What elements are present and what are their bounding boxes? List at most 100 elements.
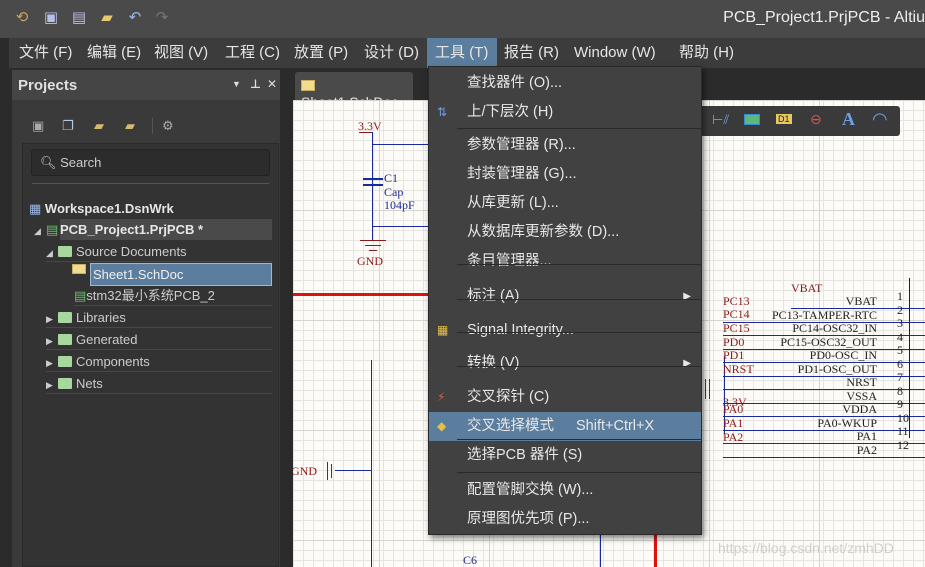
- pin-name: PA1: [856, 429, 877, 443]
- menu-item-label: 交叉探针 (C): [467, 389, 550, 405]
- tree-components[interactable]: ▶ Components: [46, 351, 272, 372]
- menu-edit[interactable]: 编辑 (E): [79, 38, 149, 68]
- net-nrst: NRST: [723, 362, 754, 376]
- menu-item-label: 上/下层次 (H): [467, 104, 554, 120]
- folder-icon: [58, 312, 72, 323]
- app-logo-icon[interactable]: ⟲: [13, 9, 31, 27]
- workspace-icon: ▦: [29, 201, 45, 216]
- pin-name: VBAT: [845, 294, 877, 308]
- menu-bar: 文件 (F) 编辑 (E) 视图 (V) 工程 (C) 放置 (P) 设计 (D…: [9, 38, 925, 68]
- menu-item-schematic-preferences[interactable]: 原理图优先项 (P)...: [429, 505, 701, 534]
- net-pc15: PC15: [723, 321, 750, 335]
- menu-item-label: 条目管理器...: [467, 253, 552, 269]
- menu-item-parameter-manager[interactable]: 参数管理器 (R)...: [429, 131, 701, 160]
- c6-ref: C6: [463, 553, 478, 567]
- pin-name: VDDA: [842, 402, 877, 416]
- hierarchy-icon: ⇅: [437, 105, 448, 119]
- pin-icon[interactable]: ⊥: [250, 77, 261, 91]
- gear-icon[interactable]: ⚙: [162, 118, 174, 134]
- toolbar-divider: [152, 118, 153, 134]
- menu-item-item-manager[interactable]: 条目管理器...: [429, 247, 701, 276]
- tree-libraries[interactable]: ▶ Libraries: [46, 307, 272, 328]
- menu-separator: [457, 264, 701, 265]
- menu-window[interactable]: Window (W): [566, 38, 664, 68]
- folder-icon: [58, 378, 72, 389]
- submenu-arrow-icon: ▶: [683, 291, 691, 302]
- net-vbat: VBAT: [791, 281, 823, 295]
- pin-number: 8: [897, 383, 903, 398]
- menu-reports[interactable]: 报告 (R): [496, 38, 567, 68]
- panel-menu-icon[interactable]: ▼: [232, 79, 241, 89]
- watermark: https://blog.csdn.net/zmhDD: [718, 540, 894, 556]
- menu-item-up-down-hierarchy[interactable]: ⇅ 上/下层次 (H): [429, 98, 701, 127]
- save-all-icon[interactable]: ▤: [70, 9, 88, 27]
- menu-item-cross-select-mode[interactable]: ◆ 交叉选择模式 Shift+Ctrl+X: [429, 412, 701, 441]
- menu-item-label: 配置管脚交换 (W)...: [467, 482, 594, 498]
- directive-icon[interactable]: ⊖: [810, 111, 822, 128]
- pin-name: NRST: [846, 375, 877, 389]
- menu-item-label: 交叉选择模式: [467, 418, 554, 434]
- search-input[interactable]: 🔍︎ Search: [31, 149, 270, 176]
- menu-project[interactable]: 工程 (C): [217, 38, 288, 68]
- menu-item-label: 封装管理器 (G)...: [467, 166, 577, 182]
- close-icon[interactable]: ✕: [267, 77, 277, 91]
- expand-arrow-icon[interactable]: ◢ ▤: [34, 219, 58, 240]
- save-icon[interactable]: ▣: [32, 118, 44, 134]
- cross-select-icon: ◆: [437, 419, 447, 433]
- pin-number: 2: [897, 302, 903, 317]
- net-pc13: PC13: [723, 294, 750, 308]
- pin-name: PC13-TAMPER-RTC: [772, 307, 877, 322]
- menu-item-convert[interactable]: 转换 (V) ▶: [429, 349, 701, 378]
- tree-pcb-doc[interactable]: ▤stm32最小系统PCB_2: [74, 285, 272, 306]
- menu-help[interactable]: 帮助 (H): [671, 38, 742, 68]
- menu-item-select-pcb-components[interactable]: 选择PCB 器件 (S): [429, 441, 701, 470]
- bus-entry-icon[interactable]: ⊢⫽: [712, 112, 729, 128]
- tree-source-documents[interactable]: ◢ Source Documents: [46, 241, 272, 262]
- open-icon[interactable]: ▰: [98, 9, 116, 27]
- save-icon[interactable]: ▣: [42, 9, 60, 27]
- menu-item-footprint-manager[interactable]: 封装管理器 (G)...: [429, 160, 701, 189]
- pin-wire: [723, 375, 925, 377]
- c1-value: 104pF: [384, 198, 415, 212]
- menu-place[interactable]: 放置 (P): [286, 38, 356, 68]
- pin-name: PC14-OSC32_IN: [792, 321, 877, 335]
- title-bar: ⟲ ▣ ▤ ▰ ↶ ↷ PCB_Project1.PrjPCB - Altiu: [0, 0, 925, 38]
- menu-design[interactable]: 设计 (D): [356, 38, 427, 68]
- text-icon[interactable]: A: [842, 109, 855, 130]
- port-icon[interactable]: D1: [776, 114, 792, 124]
- menu-item-cross-probe[interactable]: ⚡ 交叉探针 (C): [429, 383, 701, 412]
- folder-search-icon[interactable]: ▰: [94, 118, 104, 134]
- sheet-symbol-icon[interactable]: [744, 114, 760, 125]
- tree-generated[interactable]: ▶ Generated: [46, 329, 272, 350]
- gnd-label: GND: [357, 254, 383, 268]
- menu-item-label: 查找器件 (O)...: [467, 75, 563, 91]
- pin-name: PC15-OSC32_OUT: [780, 334, 877, 349]
- menu-item-label: 原理图优先项 (P)...: [467, 511, 590, 527]
- menu-view[interactable]: 视图 (V): [146, 38, 216, 68]
- pin-name: PA2: [856, 442, 877, 457]
- undo-icon[interactable]: ↶: [126, 9, 144, 27]
- menu-item-configure-pin-swapping[interactable]: 配置管脚交换 (W)...: [429, 476, 701, 505]
- menu-item-update-from-libraries[interactable]: 从库更新 (L)...: [429, 189, 701, 218]
- menu-item-signal-integrity[interactable]: ▦ Signal Integrity...: [429, 316, 701, 345]
- pin-name: VSSA: [846, 388, 877, 403]
- copy-icon[interactable]: ❐: [62, 118, 74, 134]
- menu-item-find-component[interactable]: 查找器件 (O)...: [429, 69, 701, 98]
- menu-tools[interactable]: 工具 (T): [427, 38, 497, 68]
- schdoc-icon: [72, 264, 86, 274]
- tree-sheet1[interactable]: Sheet1.SchDoc: [90, 263, 272, 286]
- menu-separator: [457, 128, 701, 129]
- menu-file[interactable]: 文件 (F): [11, 38, 80, 68]
- redo-icon[interactable]: ↷: [153, 9, 171, 27]
- menu-separator: [457, 299, 701, 300]
- tab-sheet1[interactable]: Sheet1.SchDoc: [295, 72, 413, 110]
- folder-settings-icon[interactable]: ▰: [125, 118, 135, 134]
- menu-item-annotation[interactable]: 标注 (A) ▶: [429, 282, 701, 311]
- menu-item-update-parameters-from-database[interactable]: 从数据库更新参数 (D)...: [429, 218, 701, 247]
- arc-icon[interactable]: ◠: [872, 109, 888, 130]
- tree-workspace[interactable]: ▦ Workspace1.DsnWrk: [29, 198, 174, 219]
- pin-wire: [723, 402, 925, 404]
- pin-name: PA0-WKUP: [817, 415, 877, 430]
- tree-project[interactable]: PCB_Project1.PrjPCB *: [60, 219, 272, 240]
- tree-nets[interactable]: ▶ Nets: [46, 373, 272, 394]
